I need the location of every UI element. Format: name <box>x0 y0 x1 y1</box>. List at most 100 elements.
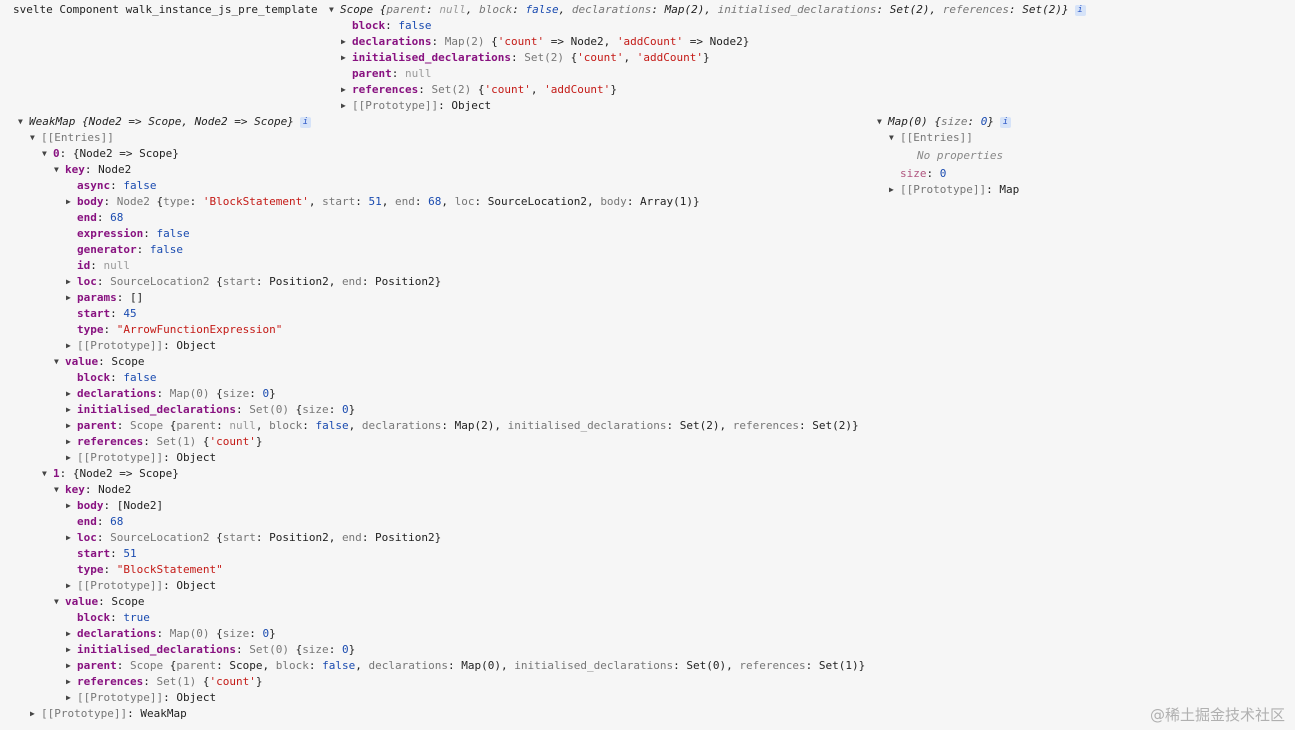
tree-row[interactable]: ▼ [[Entries]] <box>888 130 1019 146</box>
row-content: [[Prototype]]: Map <box>900 183 1019 196</box>
tree-row[interactable]: ▶ initialised_declarations: Set(0) {size:… <box>29 642 865 658</box>
collapsed-triangle-icon[interactable]: ▶ <box>66 338 76 354</box>
tree-row: block: true <box>29 610 865 626</box>
expanded-triangle-icon[interactable]: ▼ <box>889 130 899 146</box>
collapsed-triangle-icon[interactable]: ▶ <box>30 706 40 722</box>
expanded-triangle-icon[interactable]: ▼ <box>42 146 52 162</box>
expanded-triangle-icon[interactable]: ▼ <box>329 2 339 18</box>
collapsed-triangle-icon[interactable]: ▶ <box>66 626 76 642</box>
tree-row[interactable]: ▶ [[Prototype]]: Object <box>29 450 865 466</box>
tree-row[interactable]: ▶ params: [] <box>29 290 865 306</box>
tree-row[interactable]: ▶ body: [Node2] <box>29 498 865 514</box>
collapsed-triangle-icon[interactable]: ▶ <box>66 290 76 306</box>
info-icon[interactable]: i <box>999 116 1011 128</box>
row-content: WeakMap {Node2 => Scope, Node2 => Scope} <box>29 115 294 128</box>
collapsed-triangle-icon[interactable]: ▶ <box>341 98 351 114</box>
preview-text: initialised_declarations <box>717 3 877 16</box>
tree-row[interactable]: ▶ declarations: Map(2) {'count' => Node2,… <box>340 34 1086 50</box>
tree-row[interactable]: ▶ [[Prototype]]: Object <box>29 338 865 354</box>
row-content: loc: SourceLocation2 {start: Position2, … <box>77 275 441 288</box>
tree-row[interactable]: ▼ 1: {Node2 => Scope} <box>29 466 865 482</box>
tree-row[interactable]: ▼ [[Entries]] <box>29 130 865 146</box>
tree-row[interactable]: ▼ 0: {Node2 => Scope} <box>29 146 865 162</box>
collapsed-triangle-icon[interactable]: ▶ <box>66 194 76 210</box>
tree-row[interactable]: ▼ key: Node2 <box>29 482 865 498</box>
tree-row[interactable]: ▼ key: Node2 <box>29 162 865 178</box>
preview-text: [[Prototype]] <box>41 707 128 720</box>
tree-row[interactable]: ▶ [[Prototype]]: Object <box>340 98 1086 114</box>
expanded-triangle-icon[interactable]: ▼ <box>877 114 887 130</box>
collapsed-triangle-icon[interactable]: ▶ <box>66 578 76 594</box>
text: : Map(2), <box>651 3 718 16</box>
preview-text: [[Prototype]] <box>77 451 164 464</box>
collapsed-triangle-icon[interactable]: ▶ <box>66 274 76 290</box>
row-content: initialised_declarations: Set(0) {size: … <box>77 643 355 656</box>
tree-row[interactable]: ▶ initialised_declarations: Set(0) {size:… <box>29 402 865 418</box>
collapsed-triangle-icon[interactable]: ▶ <box>66 418 76 434</box>
tree-row[interactable]: ▶ [[Prototype]]: Map <box>888 182 1019 198</box>
collapsed-triangle-icon[interactable]: ▶ <box>66 498 76 514</box>
tree-row[interactable]: ▶ initialised_declarations: Set(2) {'coun… <box>340 50 1086 66</box>
tree-row[interactable]: ▼ value: Scope <box>29 354 865 370</box>
collapsed-triangle-icon[interactable]: ▶ <box>66 386 76 402</box>
property-key: type <box>77 563 104 576</box>
primitive-value: 45 <box>123 307 137 320</box>
collapsed-triangle-icon[interactable]: ▶ <box>889 182 899 198</box>
primitive-value: 68 <box>110 515 124 528</box>
info-icon[interactable]: i <box>299 116 311 128</box>
tree-row[interactable]: ▶ [[Prototype]]: WeakMap <box>29 706 865 722</box>
collapsed-triangle-icon[interactable]: ▶ <box>66 658 76 674</box>
tree-row[interactable]: ▶ references: Set(1) {'count'} <box>29 674 865 690</box>
expanded-triangle-icon[interactable]: ▼ <box>54 354 64 370</box>
row-content: [[Prototype]]: Object <box>352 99 491 112</box>
tree-row[interactable]: ▼ WeakMap {Node2 => Scope, Node2 => Scope… <box>18 114 865 130</box>
collapsed-triangle-icon[interactable]: ▶ <box>66 690 76 706</box>
collapsed-triangle-icon[interactable]: ▶ <box>341 50 351 66</box>
tree-row[interactable]: ▶ references: Set(1) {'count'} <box>29 434 865 450</box>
tree-row[interactable]: ▶ [[Prototype]]: Object <box>29 690 865 706</box>
tree-row[interactable]: ▶ body: Node2 {type: 'BlockStatement', st… <box>29 194 865 210</box>
collapsed-triangle-icon[interactable]: ▶ <box>66 530 76 546</box>
expanded-triangle-icon[interactable]: ▼ <box>54 162 64 178</box>
expanded-triangle-icon[interactable]: ▼ <box>54 594 64 610</box>
tree-row[interactable]: ▶ declarations: Map(0) {size: 0} <box>29 626 865 642</box>
collapsed-triangle-icon[interactable]: ▶ <box>341 34 351 50</box>
info-icon[interactable]: i <box>1074 4 1086 16</box>
tree-row[interactable]: ▼ Map(0) {size: 0} i <box>877 114 1019 130</box>
preview-text: type <box>163 195 190 208</box>
property-key: references <box>77 675 144 688</box>
expanded-triangle-icon[interactable]: ▼ <box>42 466 52 482</box>
row-content: Scope {parent: null, block: false, decla… <box>340 3 1069 16</box>
tree-row[interactable]: ▶ parent: Scope {parent: Scope, block: fa… <box>29 658 865 674</box>
row-content: type: "ArrowFunctionExpression" <box>77 323 282 336</box>
collapsed-triangle-icon[interactable]: ▶ <box>341 82 351 98</box>
text: : <box>216 419 230 432</box>
text: } <box>703 51 710 64</box>
collapsed-triangle-icon[interactable]: ▶ <box>66 642 76 658</box>
tree-row: type: "BlockStatement" <box>29 562 865 578</box>
tree-row[interactable]: ▶ [[Prototype]]: Object <box>29 578 865 594</box>
expanded-triangle-icon[interactable]: ▼ <box>18 114 28 130</box>
preview-text: declarations <box>368 659 448 672</box>
tree-row[interactable]: ▶ declarations: Map(0) {size: 0} <box>29 386 865 402</box>
text: : Object <box>163 339 217 352</box>
tree-row: size: 0 <box>888 166 1019 182</box>
property-key: block <box>352 19 386 32</box>
string-value: "ArrowFunctionExpression" <box>116 323 283 336</box>
tree-row[interactable]: ▶ loc: SourceLocation2 {start: Position2,… <box>29 530 865 546</box>
tree-row[interactable]: ▼ Scope {parent: null, block: false, decl… <box>329 2 1086 18</box>
collapsed-triangle-icon[interactable]: ▶ <box>66 674 76 690</box>
primitive-value: false <box>123 371 157 384</box>
tree-row[interactable]: ▼ value: Scope <box>29 594 865 610</box>
expanded-triangle-icon[interactable]: ▼ <box>30 130 40 146</box>
collapsed-triangle-icon[interactable]: ▶ <box>66 450 76 466</box>
tree-row[interactable]: ▶ loc: SourceLocation2 {start: Position2,… <box>29 274 865 290</box>
tree-row[interactable]: ▶ parent: Scope {parent: null, block: fal… <box>29 418 865 434</box>
tree-row[interactable]: ▶ references: Set(2) {'count', 'addCount'… <box>340 82 1086 98</box>
primitive-value: 51 <box>368 195 382 208</box>
expanded-triangle-icon[interactable]: ▼ <box>54 482 64 498</box>
text: , <box>530 83 545 96</box>
collapsed-triangle-icon[interactable]: ▶ <box>66 434 76 450</box>
collapsed-triangle-icon[interactable]: ▶ <box>66 402 76 418</box>
string-value: 'count' <box>484 83 531 96</box>
